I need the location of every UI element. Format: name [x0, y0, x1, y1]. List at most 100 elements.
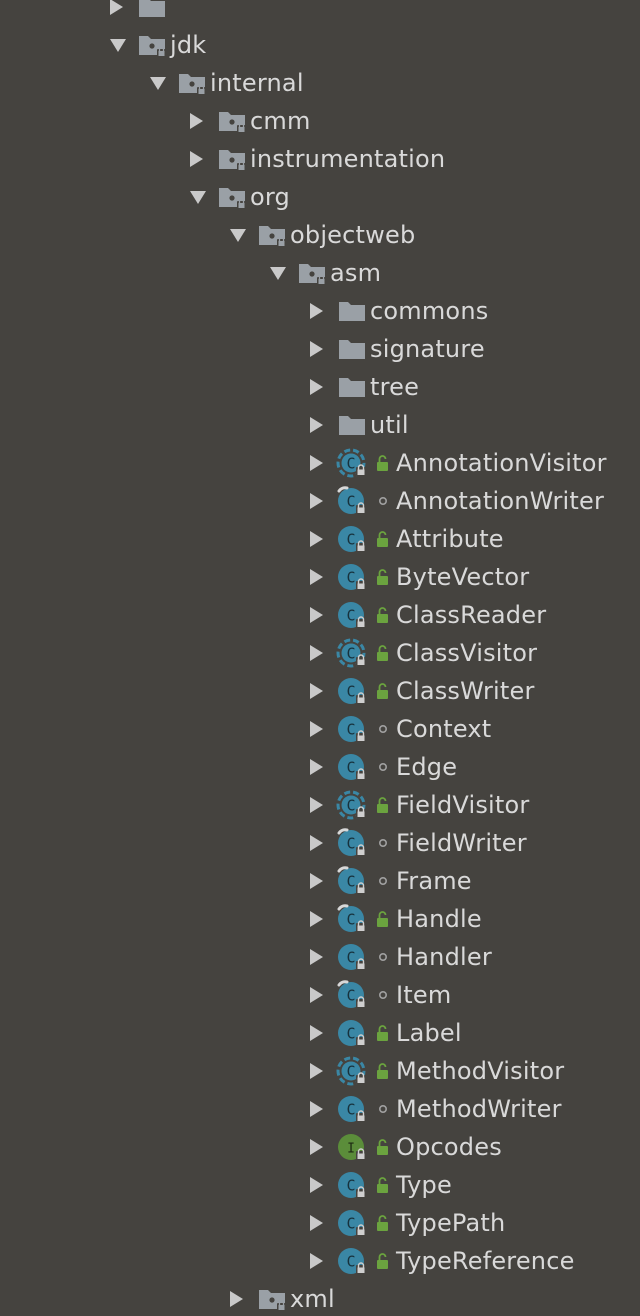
expand-arrow-right-icon[interactable] [188, 140, 216, 178]
tree-node[interactable]: xml [228, 1280, 335, 1316]
svg-text:C: C [346, 683, 355, 701]
tree-node[interactable]: C Handler [308, 938, 492, 976]
public-lock-icon [370, 523, 396, 555]
public-lock-icon [370, 1131, 396, 1163]
tree-node[interactable]: tree [308, 368, 419, 406]
tree-node[interactable]: commons [308, 292, 488, 330]
tree-node[interactable]: C Attribute [308, 520, 504, 558]
public-lock-icon [370, 1017, 396, 1049]
tree-node[interactable]: C AnnotationVisitor [308, 444, 607, 482]
tree-node[interactable] [108, 0, 170, 26]
tree-node[interactable]: C Frame [308, 862, 472, 900]
svg-text:C: C [346, 1215, 355, 1233]
svg-text:C: C [346, 1177, 355, 1195]
expand-arrow-right-icon[interactable] [308, 520, 336, 558]
expand-arrow-right-icon[interactable] [308, 976, 336, 1014]
tree-node[interactable]: C FieldVisitor [308, 786, 530, 824]
tree-node[interactable]: C Label [308, 1014, 462, 1052]
expand-arrow-right-icon[interactable] [308, 596, 336, 634]
tree-node-label: TypePath [396, 1209, 506, 1237]
tree-node-label: jdk [170, 31, 207, 59]
expand-arrow-right-icon[interactable] [308, 406, 336, 444]
tree-node[interactable]: internal [148, 64, 304, 102]
tree-node[interactable]: org [188, 178, 290, 216]
expand-arrow-right-icon[interactable] [308, 1090, 336, 1128]
public-lock-icon [370, 1169, 396, 1201]
expand-arrow-right-icon[interactable] [308, 1014, 336, 1052]
svg-text:C: C [346, 1063, 355, 1081]
tree-node[interactable]: C TypePath [308, 1204, 505, 1242]
tree-node[interactable]: C TypeReference [308, 1242, 575, 1280]
expand-arrow-right-icon[interactable] [308, 1166, 336, 1204]
class-icon: C [336, 1093, 368, 1125]
tree-node-label: FieldVisitor [396, 791, 530, 819]
expand-arrow-down-icon[interactable] [268, 254, 296, 292]
public-lock-icon [370, 637, 396, 669]
expand-arrow-down-icon[interactable] [188, 178, 216, 216]
tree-node[interactable]: C Item [308, 976, 451, 1014]
package-folder-icon [296, 257, 328, 289]
tree-node-label: AnnotationWriter [396, 487, 605, 515]
final-class-icon: C [336, 979, 368, 1011]
tree-node[interactable]: C ClassReader [308, 596, 546, 634]
svg-text:C: C [346, 607, 355, 625]
expand-arrow-right-icon[interactable] [188, 102, 216, 140]
expand-arrow-right-icon[interactable] [308, 330, 336, 368]
tree-node[interactable]: objectweb [228, 216, 415, 254]
expand-arrow-right-icon[interactable] [308, 368, 336, 406]
expand-arrow-right-icon[interactable] [308, 634, 336, 672]
tree-node[interactable]: C AnnotationWriter [308, 482, 604, 520]
expand-arrow-right-icon[interactable] [308, 444, 336, 482]
package-folder-icon [216, 181, 248, 213]
tree-node[interactable]: C ByteVector [308, 558, 529, 596]
tree-node[interactable]: cmm [188, 102, 311, 140]
expand-arrow-right-icon[interactable] [308, 1052, 336, 1090]
tree-node-label: ByteVector [396, 563, 530, 591]
tree-node[interactable]: C MethodWriter [308, 1090, 562, 1128]
tree-node[interactable]: instrumentation [188, 140, 445, 178]
tree-node[interactable]: C Edge [308, 748, 457, 786]
expand-arrow-right-icon[interactable] [308, 1204, 336, 1242]
tree-node-label: Opcodes [396, 1133, 502, 1161]
expand-arrow-right-icon[interactable] [308, 1242, 336, 1280]
tree-node[interactable]: C ClassVisitor [308, 634, 537, 672]
public-lock-icon [370, 675, 396, 707]
expand-arrow-right-icon[interactable] [308, 292, 336, 330]
expand-arrow-right-icon[interactable] [308, 862, 336, 900]
tree-node[interactable]: C ClassWriter [308, 672, 535, 710]
tree-node[interactable]: C FieldWriter [308, 824, 527, 862]
tree-node[interactable]: C Type [308, 1166, 452, 1204]
tree-node[interactable]: jdk [108, 26, 206, 64]
tree-node-label: FieldWriter [396, 829, 527, 857]
tree-node[interactable]: C MethodVisitor [308, 1052, 564, 1090]
project-tree[interactable]: jdk internal cmm instrumentation org objectwe… [0, 0, 640, 1316]
expand-arrow-right-icon[interactable] [308, 938, 336, 976]
expand-arrow-down-icon[interactable] [108, 26, 136, 64]
expand-arrow-right-icon[interactable] [308, 786, 336, 824]
expand-arrow-right-icon[interactable] [308, 824, 336, 862]
expand-arrow-right-icon[interactable] [308, 558, 336, 596]
expand-arrow-right-icon[interactable] [108, 0, 136, 26]
expand-arrow-right-icon[interactable] [228, 1280, 256, 1316]
public-lock-icon [370, 1207, 396, 1239]
svg-text:C: C [346, 455, 355, 473]
tree-node[interactable]: I Opcodes [308, 1128, 502, 1166]
expand-arrow-right-icon[interactable] [308, 710, 336, 748]
tree-node[interactable]: util [308, 406, 409, 444]
expand-arrow-right-icon[interactable] [308, 748, 336, 786]
tree-node[interactable]: C Handle [308, 900, 482, 938]
tree-node-label: TypeReference [396, 1247, 575, 1275]
expand-arrow-right-icon[interactable] [308, 672, 336, 710]
final-class-icon: C [336, 865, 368, 897]
tree-node[interactable]: C Context [308, 710, 491, 748]
expand-arrow-down-icon[interactable] [228, 216, 256, 254]
expand-arrow-right-icon[interactable] [308, 482, 336, 520]
tree-node[interactable]: signature [308, 330, 485, 368]
package-private-icon [370, 713, 396, 745]
expand-arrow-down-icon[interactable] [148, 64, 176, 102]
tree-node[interactable]: asm [268, 254, 381, 292]
expand-arrow-right-icon[interactable] [308, 900, 336, 938]
class-icon: C [336, 1169, 368, 1201]
package-folder-icon [216, 105, 248, 137]
expand-arrow-right-icon[interactable] [308, 1128, 336, 1166]
